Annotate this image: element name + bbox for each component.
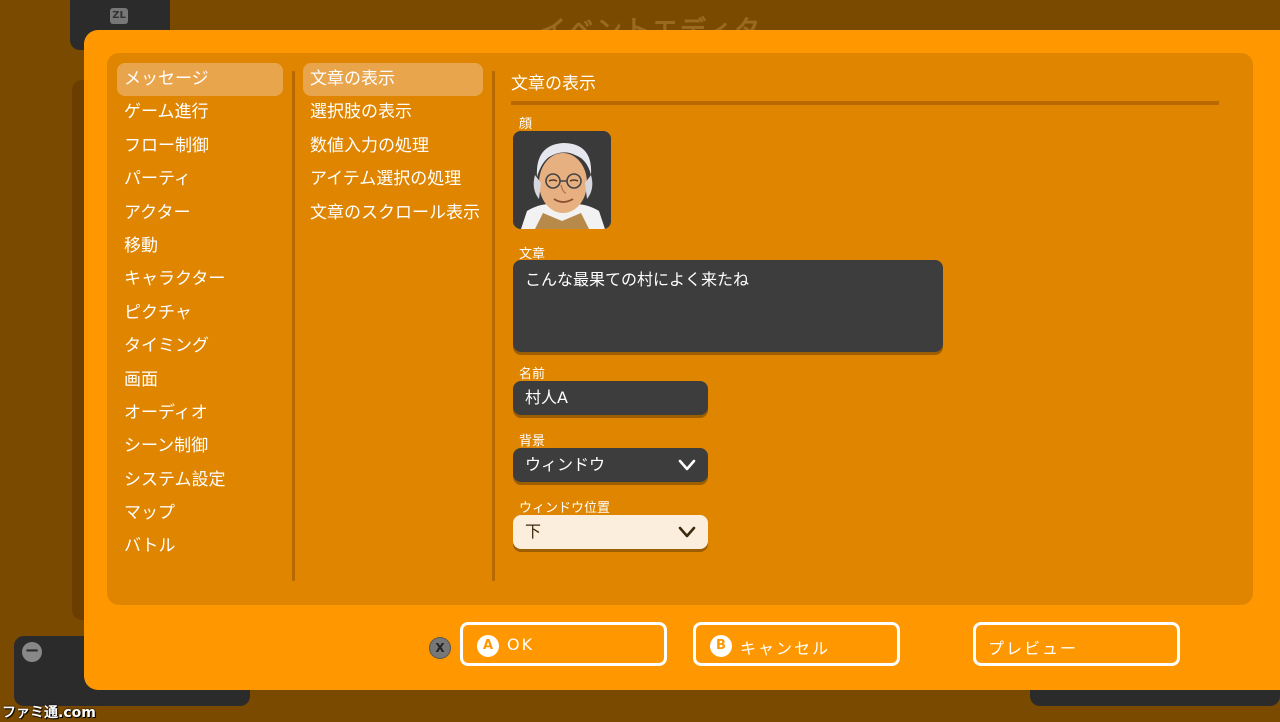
minus-icon: − <box>22 642 42 662</box>
category-item-message[interactable]: メッセージ <box>117 63 283 97</box>
zl-label: ZL <box>110 8 128 24</box>
category-list: メッセージ ゲーム進行 フロー制御 パーティ アクター 移動 キャラクター ピク… <box>117 63 283 564</box>
event-command-dialog: メッセージ ゲーム進行 フロー制御 パーティ アクター 移動 キャラクター ピク… <box>84 30 1280 690</box>
show-text-form: 文章の表示 顔 文章 こんな最果ての村によく来たね 名前 村人A 背景 ウィンド… <box>511 69 1231 589</box>
category-item-flow-control[interactable]: フロー制御 <box>117 130 283 163</box>
command-list: 文章の表示 選択肢の表示 数値入力の処理 アイテム選択の処理 文章のスクロール表… <box>303 63 483 230</box>
preview-label: プレビュー <box>988 639 1079 658</box>
category-item-timing[interactable]: タイミング <box>117 330 283 363</box>
watermark-logo: ファミ通.com <box>2 705 96 721</box>
form-title: 文章の表示 <box>511 74 596 94</box>
command-item-select-item[interactable]: アイテム選択の処理 <box>303 163 483 196</box>
category-item-system-settings[interactable]: システム設定 <box>117 464 283 497</box>
category-item-character[interactable]: キャラクター <box>117 263 283 296</box>
window-position-select[interactable]: 下 <box>513 515 708 549</box>
x-button-icon: X <box>430 638 450 658</box>
category-item-map[interactable]: マップ <box>117 497 283 530</box>
background-label: 背景 <box>519 434 546 449</box>
category-item-audio[interactable]: オーディオ <box>117 397 283 430</box>
ok-button[interactable]: A OK <box>460 622 667 666</box>
b-button-icon: B <box>710 635 732 657</box>
category-item-picture[interactable]: ピクチャ <box>117 297 283 330</box>
category-item-scene-control[interactable]: シーン制御 <box>117 430 283 463</box>
window-position-label: ウィンドウ位置 <box>519 501 611 516</box>
message-text-area[interactable]: こんな最果ての村によく来たね <box>513 260 943 352</box>
command-item-input-number[interactable]: 数値入力の処理 <box>303 130 483 163</box>
divider <box>292 71 295 581</box>
window-position-value: 下 <box>525 522 542 541</box>
category-item-party[interactable]: パーティ <box>117 163 283 196</box>
preview-button[interactable]: プレビュー <box>973 622 1180 666</box>
cancel-label: キャンセル <box>740 639 831 658</box>
name-label: 名前 <box>519 367 546 382</box>
dialog-panel: メッセージ ゲーム進行 フロー制御 パーティ アクター 移動 キャラクター ピク… <box>107 53 1253 605</box>
command-item-show-choices[interactable]: 選択肢の表示 <box>303 96 483 129</box>
face-label: 顔 <box>519 117 533 132</box>
cancel-button[interactable]: B キャンセル <box>693 622 900 666</box>
category-item-battle[interactable]: バトル <box>117 530 283 563</box>
category-item-screen[interactable]: 画面 <box>117 364 283 397</box>
a-button-icon: A <box>477 635 499 657</box>
command-item-scrolling-text[interactable]: 文章のスクロール表示 <box>303 197 483 230</box>
chevron-down-icon <box>678 459 696 471</box>
face-portrait[interactable] <box>513 131 611 229</box>
chevron-down-icon <box>678 526 696 538</box>
old-man-portrait-icon <box>513 131 611 229</box>
category-item-game-progress[interactable]: ゲーム進行 <box>117 96 283 129</box>
category-item-actor[interactable]: アクター <box>117 197 283 230</box>
background-select[interactable]: ウィンドウ <box>513 448 708 482</box>
name-field[interactable]: 村人A <box>513 381 708 415</box>
category-item-movement[interactable]: 移動 <box>117 230 283 263</box>
background-select-value: ウィンドウ <box>525 455 606 474</box>
form-divider <box>511 101 1219 105</box>
divider <box>492 71 495 581</box>
command-item-show-text[interactable]: 文章の表示 <box>303 63 483 97</box>
ok-label: OK <box>507 635 535 654</box>
